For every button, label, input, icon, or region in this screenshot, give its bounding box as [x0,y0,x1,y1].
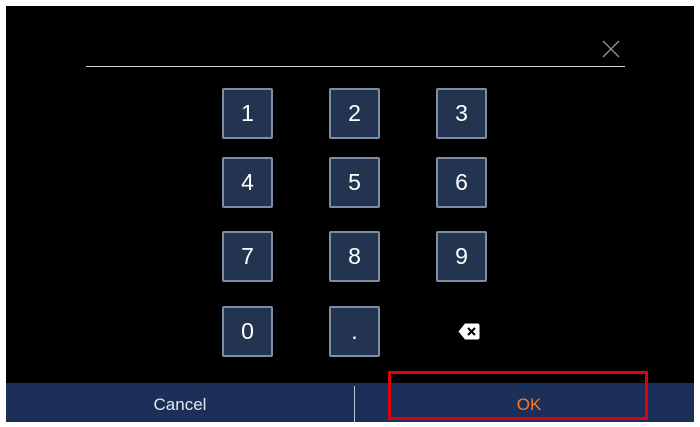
key-2[interactable]: 2 [329,88,380,139]
key-3[interactable]: 3 [436,88,487,139]
cancel-button[interactable]: Cancel [6,383,354,422]
key-1[interactable]: 1 [222,88,273,139]
key-4[interactable]: 4 [222,157,273,208]
backspace-icon [458,323,480,340]
key-7[interactable]: 7 [222,231,273,282]
dialog-action-bar: Cancel OK [6,383,694,422]
key-9[interactable]: 9 [436,231,487,282]
key-5[interactable]: 5 [329,157,380,208]
backspace-button[interactable] [458,323,480,340]
key-0[interactable]: 0 [222,306,273,357]
key-decimal-point[interactable]: . [329,306,380,357]
key-6[interactable]: 6 [436,157,487,208]
key-8[interactable]: 8 [329,231,380,282]
numeric-keypad-dialog: 1 2 3 4 5 6 7 8 9 0 . Cancel OK [6,6,694,422]
ok-button-label: OK [516,395,542,414]
ok-button[interactable]: OK [355,383,694,422]
value-entry-field[interactable] [86,34,625,67]
